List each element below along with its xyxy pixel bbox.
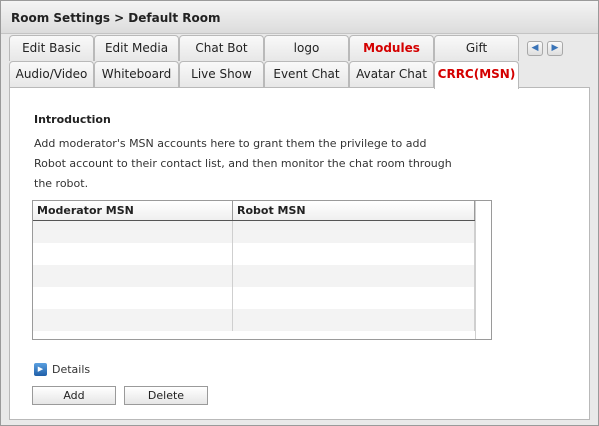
tab-avatar-chat[interactable]: Avatar Chat (349, 61, 434, 87)
column-header-moderator-msn[interactable]: Moderator MSN (33, 201, 233, 220)
table-body (33, 221, 475, 331)
tab-modules[interactable]: Modules (349, 35, 434, 61)
tab-chat-bot[interactable]: Chat Bot (179, 35, 264, 61)
tab-gift[interactable]: Gift (434, 35, 519, 61)
tab-edit-basic[interactable]: Edit Basic (9, 35, 94, 61)
tab-logo[interactable]: logo (264, 35, 349, 61)
tab-crrc-msn[interactable]: CRRC(MSN) (434, 61, 519, 89)
table-scrollbar[interactable] (475, 201, 491, 339)
column-header-robot-msn[interactable]: Robot MSN (233, 201, 475, 220)
msn-accounts-table[interactable]: Moderator MSN Robot MSN (32, 200, 492, 340)
cell-robot-msn[interactable] (233, 221, 475, 243)
title-bar: Room Settings > Default Room (1, 1, 598, 34)
cell-moderator-msn[interactable] (33, 309, 233, 331)
tab-audio-video[interactable]: Audio/Video (9, 61, 94, 87)
table-row[interactable] (33, 309, 475, 331)
left-arrow-icon[interactable]: ◀ (527, 41, 543, 56)
details-label: Details (52, 363, 91, 376)
tab-row-bottom: Audio/Video Whiteboard Live Show Event Chat… (9, 61, 521, 89)
right-arrow-icon[interactable]: ▶ (547, 41, 563, 56)
cell-moderator-msn[interactable] (33, 243, 233, 265)
tab-event-chat[interactable]: Event Chat (264, 61, 349, 87)
intro-heading: Introduction (34, 113, 111, 126)
tab-whiteboard[interactable]: Whiteboard (94, 61, 179, 87)
table-row[interactable] (33, 221, 475, 243)
crrc-msn-panel: Introduction Add moderator's MSN account… (9, 87, 590, 420)
tab-strip: Edit Basic Edit Media Chat Bot logo Modules G… (9, 35, 521, 89)
details-toggle[interactable]: ▶ Details (34, 363, 90, 376)
tab-edit-media[interactable]: Edit Media (94, 35, 179, 61)
add-button[interactable]: Add (32, 386, 116, 405)
tab-live-show[interactable]: Live Show (179, 61, 264, 87)
breadcrumb: > Default Room (114, 11, 221, 25)
cell-moderator-msn[interactable] (33, 265, 233, 287)
cell-robot-msn[interactable] (233, 243, 475, 265)
window-title: Room Settings (11, 11, 111, 25)
cell-moderator-msn[interactable] (33, 287, 233, 309)
tab-row-top: Edit Basic Edit Media Chat Bot logo Modules G… (9, 35, 521, 61)
cell-robot-msn[interactable] (233, 287, 475, 309)
play-arrow-icon[interactable]: ▶ (34, 363, 47, 376)
table-row[interactable] (33, 287, 475, 309)
table-header: Moderator MSN Robot MSN (33, 201, 475, 221)
cell-robot-msn[interactable] (233, 309, 475, 331)
delete-button[interactable]: Delete (124, 386, 208, 405)
table-row[interactable] (33, 243, 475, 265)
room-settings-window: Room Settings > Default Room Edit Basic Ed… (0, 0, 599, 426)
cell-moderator-msn[interactable] (33, 221, 233, 243)
intro-description: Add moderator's MSN accounts here to gra… (34, 137, 452, 190)
cell-robot-msn[interactable] (233, 265, 475, 287)
table-row[interactable] (33, 265, 475, 287)
tab-scroll-buttons: ◀ ▶ (527, 41, 563, 56)
